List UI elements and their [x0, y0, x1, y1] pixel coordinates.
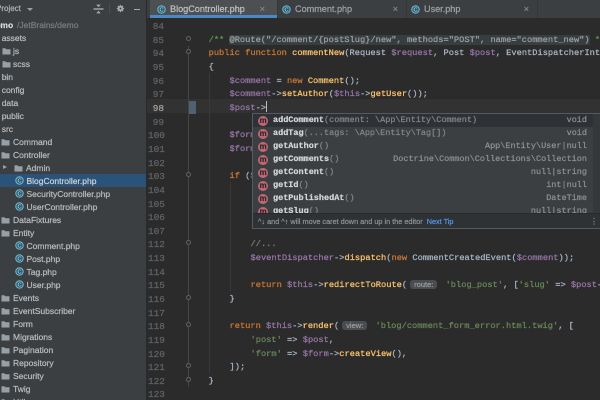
svg-text:C: C	[17, 257, 21, 263]
svg-text:C: C	[159, 7, 163, 13]
svg-text:C: C	[284, 7, 288, 13]
svg-text:C: C	[413, 7, 417, 13]
svg-text:C: C	[17, 283, 21, 289]
svg-text:C: C	[17, 192, 21, 198]
svg-text:C: C	[17, 244, 21, 250]
svg-text:C: C	[17, 205, 21, 211]
svg-text:C: C	[17, 179, 21, 185]
svg-text:C: C	[17, 270, 21, 276]
